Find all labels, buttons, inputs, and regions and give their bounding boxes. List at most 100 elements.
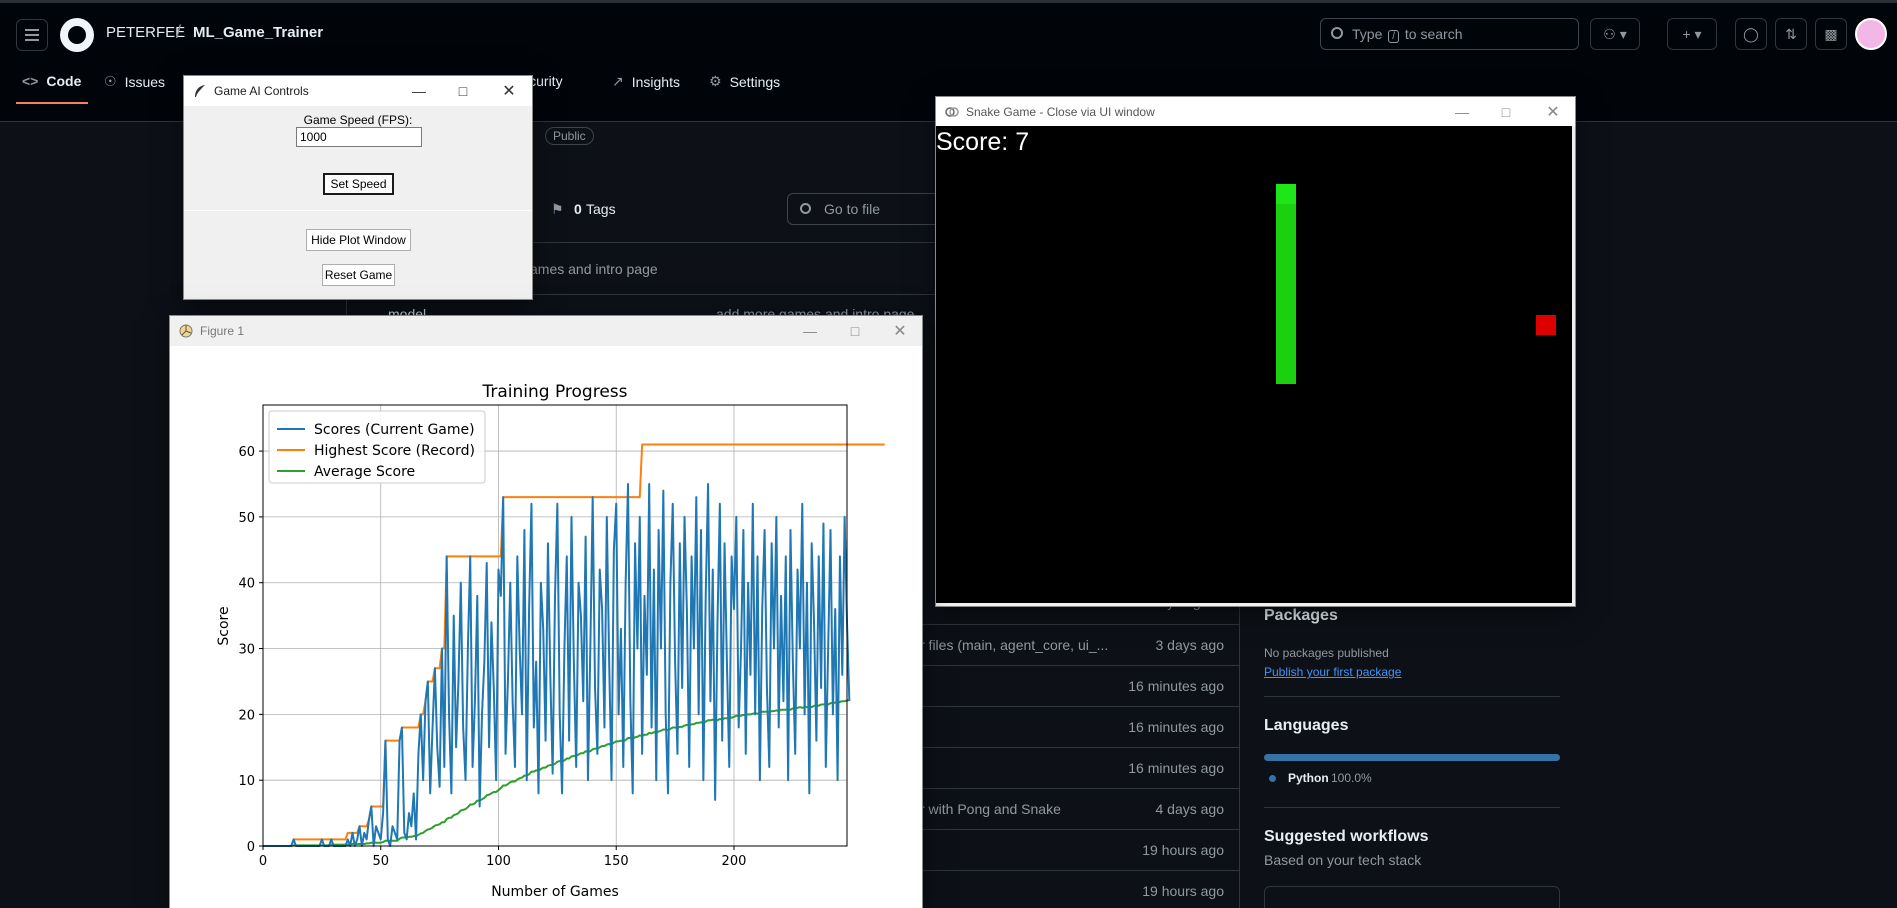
speed-input[interactable]: 1000 <box>296 127 422 147</box>
issue-icon: ☉ <box>104 73 117 89</box>
training-progress-chart: 0 50 100 150 200 0 10 20 30 40 50 60 Training Prog… <box>216 382 885 900</box>
publish-package-link[interactable]: Publish your first package <box>1264 665 1401 679</box>
languages-heading: Languages <box>1264 717 1349 734</box>
y-tick-label: 10 <box>238 774 255 789</box>
y-tick-label: 20 <box>238 708 255 723</box>
row-time: 16 minutes ago <box>1128 719 1224 735</box>
search-input[interactable]: Type / to search <box>1320 18 1579 50</box>
row-time: 16 minutes ago <box>1128 678 1224 694</box>
github-logo-icon[interactable] <box>60 18 94 52</box>
row-commit-message[interactable]: r with Pong and Snake <box>920 801 1061 817</box>
app-icon <box>945 105 959 119</box>
score-text: Score: 7 <box>936 128 1030 156</box>
table-row[interactable]: r with Pong and Snake 4 days ago <box>920 788 1240 829</box>
packages-empty-text: No packages published <box>1264 646 1389 660</box>
tab-insights[interactable]: ↗ Insights <box>612 73 680 90</box>
figure-canvas: 0 50 100 150 200 0 10 20 30 40 50 60 Training Prog… <box>170 346 922 908</box>
snake-title: Snake Game - Close via UI window <box>966 105 1155 119</box>
code-icon: <> <box>22 73 39 89</box>
table-row[interactable]: 19 hours ago <box>920 829 1240 870</box>
y-tick-label: 60 <box>238 445 255 460</box>
reset-game-button[interactable]: Reset Game <box>322 264 395 286</box>
close-icon[interactable]: ✕ <box>489 79 529 103</box>
tab-settings[interactable]: ⚙ Settings <box>709 73 780 90</box>
search-suffix: to search <box>1404 26 1463 42</box>
tab-label: Issues <box>124 73 166 90</box>
language-name[interactable]: Python <box>1288 771 1329 785</box>
create-new-icon[interactable]: + ▾ <box>1667 18 1717 50</box>
table-row[interactable]: 16 minutes ago <box>920 747 1240 788</box>
close-icon[interactable]: ✕ <box>880 319 920 343</box>
maximize-icon[interactable]: □ <box>835 319 875 343</box>
x-tick-label: 0 <box>259 854 267 869</box>
tab-label: Code <box>46 73 82 89</box>
tab-label: Settings <box>729 73 781 90</box>
repo-name-link[interactable]: ML_Game_Trainer <box>193 24 323 41</box>
hide-plot-button[interactable]: Hide Plot Window <box>306 229 411 251</box>
controls-titlebar[interactable]: Game AI Controls — □ ✕ <box>184 76 532 106</box>
x-tick-label: 200 <box>722 854 747 869</box>
workflow-card[interactable] <box>1264 886 1560 908</box>
minimize-icon[interactable]: — <box>1442 100 1482 124</box>
y-tick-label: 40 <box>238 577 255 592</box>
legend-label: Highest Score (Record) <box>314 443 475 459</box>
graph-icon: ↗ <box>612 73 624 89</box>
row-time: 3 days ago <box>1155 637 1225 653</box>
x-tick-label: 100 <box>486 854 511 869</box>
row-commit-message[interactable]: r files (main, agent_core, ui_... <box>920 637 1108 653</box>
feather-icon <box>193 84 207 98</box>
figure-titlebar[interactable]: Figure 1 — □ ✕ <box>170 316 922 346</box>
y-tick-label: 30 <box>238 643 255 658</box>
workflows-subtitle: Based on your tech stack <box>1264 852 1422 868</box>
tab-issues[interactable]: ☉ Issues <box>104 73 165 90</box>
avatar[interactable] <box>1855 18 1887 50</box>
snake-game-canvas: Score: 7 <box>936 126 1572 603</box>
snake-window: Snake Game - Close via UI window — □ ✕ S… <box>935 96 1576 607</box>
tab-code[interactable]: <> Code <box>22 73 81 89</box>
legend-label: Scores (Current Game) <box>314 422 475 438</box>
y-tick-label: 0 <box>247 840 255 855</box>
table-row[interactable]: 16 minutes ago <box>920 665 1240 706</box>
set-speed-button[interactable]: Set Speed <box>323 173 394 195</box>
inbox-icon[interactable]: ▩ <box>1815 18 1847 50</box>
separator <box>184 210 532 211</box>
minimize-icon[interactable]: — <box>399 79 439 103</box>
row-time: 4 days ago <box>1155 801 1225 817</box>
controls-title: Game AI Controls <box>214 84 309 98</box>
legend-label: Average Score <box>314 464 415 480</box>
row-time: 19 hours ago <box>1142 883 1224 899</box>
repo-owner-link[interactable]: PETERFEE <box>106 24 185 41</box>
search-prefix: Type <box>1352 26 1383 42</box>
copilot-icon[interactable]: ⚇ ▾ <box>1590 18 1640 50</box>
gear-icon: ⚙ <box>709 73 722 89</box>
language-percent: 100.0% <box>1331 771 1372 785</box>
pull-requests-icon[interactable]: ⇅ <box>1775 18 1807 50</box>
breadcrumb-separator: / <box>176 22 182 42</box>
tab-label: Insights <box>631 73 680 90</box>
table-row[interactable]: r files (main, agent_core, ui_... 3 days… <box>920 624 1240 665</box>
series-lines <box>263 443 885 847</box>
y-tick-label: 50 <box>238 511 255 526</box>
packages-heading[interactable]: Packages <box>1264 607 1338 625</box>
x-tick-label: 150 <box>604 854 629 869</box>
maximize-icon[interactable]: □ <box>1486 100 1526 124</box>
table-row[interactable]: 19 hours ago <box>920 870 1240 908</box>
legend: Scores (Current Game) Highest Score (Reco… <box>268 410 486 484</box>
sidebar-divider <box>1264 807 1560 808</box>
table-row[interactable]: 16 minutes ago <box>920 706 1240 747</box>
issues-icon[interactable]: ◯ <box>1735 18 1767 50</box>
language-bar <box>1264 754 1560 761</box>
x-tick-label: 50 <box>372 854 389 869</box>
sidebar-divider <box>1264 696 1560 697</box>
y-axis-label: Score <box>216 606 232 645</box>
search-icon <box>1331 27 1343 39</box>
menu-icon[interactable] <box>16 19 48 51</box>
top-border <box>0 0 1897 3</box>
maximize-icon[interactable]: □ <box>443 79 483 103</box>
close-icon[interactable]: ✕ <box>1533 100 1573 124</box>
workflows-heading: Suggested workflows <box>1264 828 1429 845</box>
snake-titlebar[interactable]: Snake Game - Close via UI window — □ ✕ <box>936 97 1575 126</box>
x-ticks: 0 50 100 150 200 <box>259 846 747 869</box>
minimize-icon[interactable]: — <box>790 319 830 343</box>
python-color-dot <box>1269 775 1276 782</box>
